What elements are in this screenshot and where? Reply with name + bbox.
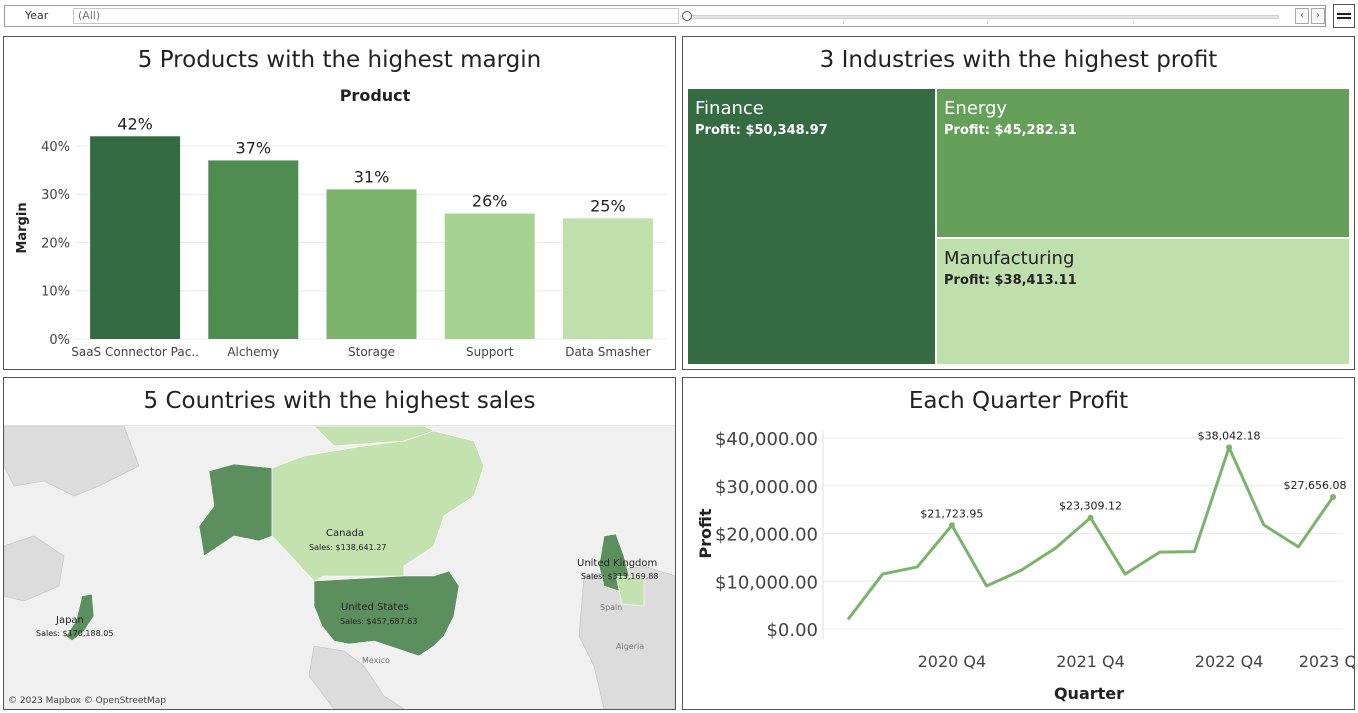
margin-panel-title: 5 Products with the highest margin	[137, 47, 542, 73]
united-kingdom-sales: Sales: $313,169.88	[581, 572, 659, 581]
line-xtick-label: 2021 Q4	[1056, 652, 1125, 671]
year-filter: Year (All) ‹ ›	[4, 5, 1326, 27]
bar-ytick-label: 10%	[41, 285, 70, 300]
treemap-cell-energy[interactable]: Energy Profit: $45,282.31	[936, 88, 1350, 238]
quarter-panel: Each Quarter Profit $0.00 $10,000.00 $20,0…	[682, 377, 1355, 710]
united-kingdom-label: United Kingdom	[577, 558, 658, 569]
asia-landmass	[4, 426, 140, 497]
country-panel: 5 Countries with the highest sales Canad…	[3, 377, 676, 710]
bar-value-label: 42%	[117, 114, 153, 133]
algeria-place-label: Algeria	[616, 642, 645, 651]
alaska-region[interactable]	[198, 463, 273, 557]
next-year-button[interactable]: ›	[1311, 8, 1325, 24]
country-panel-title: 5 Countries with the highest sales	[143, 388, 536, 414]
bar-ytick-label: 40%	[41, 140, 70, 155]
united-states-label: United States	[341, 602, 409, 613]
bar-value-label: 25%	[590, 196, 626, 215]
profit-point[interactable]	[1226, 444, 1233, 451]
bar-category-label: Storage	[348, 345, 395, 359]
profit-point[interactable]	[1087, 514, 1094, 521]
bar-value-label: 37%	[236, 138, 272, 157]
bar-chart-title: Product	[340, 86, 411, 105]
treemap-value: Profit: $50,348.97	[695, 123, 828, 138]
line-xtick-label: 2022 Q4	[1195, 652, 1264, 671]
line-ytick-label: $10,000.00	[715, 572, 818, 593]
treemap-name: Manufacturing	[944, 247, 1075, 269]
line-xtick-label: 2020 Q4	[918, 652, 987, 671]
margin-bar-chart: Product Margin 0% 10% 20% 30% 40% 42% SaaS Conne…	[15, 86, 667, 359]
menu-icon	[1337, 13, 1351, 15]
treemap-name: Finance	[695, 98, 764, 119]
line-xtick-label: 2023 Q4	[1299, 652, 1354, 671]
japan-sales: Sales: $170,188.05	[36, 629, 114, 638]
profit-point-label: $21,723.95	[920, 507, 983, 520]
line-ytick-label: $40,000.00	[715, 429, 818, 450]
united-states-region[interactable]	[313, 570, 460, 657]
slider-tick	[843, 21, 844, 24]
profit-point-label: $23,309.12	[1059, 500, 1122, 513]
year-filter-input[interactable]: (All)	[73, 8, 679, 24]
line-ytick-label: $20,000.00	[715, 525, 818, 546]
slider-tick	[1133, 21, 1134, 24]
chevron-left-icon: ‹	[1300, 10, 1304, 21]
chevron-right-icon: ›	[1316, 10, 1320, 21]
sales-map[interactable]: Canada Sales: $138,641.27 United States …	[4, 426, 675, 709]
line-ylabel: Profit	[696, 508, 715, 558]
filter-menu-button[interactable]	[1333, 4, 1355, 28]
bar-category-label: Support	[466, 345, 514, 359]
bar-value-label: 31%	[354, 167, 390, 186]
quarter-panel-title: Each Quarter Profit	[908, 388, 1129, 414]
year-filter-label: Year	[25, 9, 49, 22]
margin-bar[interactable]	[444, 213, 535, 339]
canada-region[interactable]	[271, 430, 485, 582]
bar-category-label: SaaS Connector Pac..	[71, 345, 199, 359]
united-states-sales: Sales: $457,687.63	[340, 617, 418, 626]
treemap-value: Profit: $38,413.11	[944, 272, 1077, 288]
profit-point[interactable]	[948, 522, 955, 529]
bar-category-label: Alchemy	[227, 345, 279, 359]
bar-category-label: Data Smasher	[565, 345, 650, 359]
margin-bar[interactable]	[562, 218, 653, 339]
quarter-line-chart: $0.00 $10,000.00 $20,000.00 $30,000.00 $40,0…	[696, 429, 1354, 703]
line-xlabel: Quarter	[1054, 684, 1124, 703]
slider-tick	[987, 21, 988, 24]
year-slider-track[interactable]	[687, 15, 1279, 19]
japan-label: Japan	[56, 615, 84, 626]
margin-bar[interactable]	[208, 160, 299, 339]
canada-sales: Sales: $138,641.27	[309, 543, 387, 552]
treemap-cell-finance[interactable]: Finance Profit: $50,348.97	[687, 88, 937, 365]
line-ytick-label: $30,000.00	[715, 477, 818, 498]
treemap-value: Profit: $45,282.31	[944, 123, 1077, 138]
profit-point[interactable]	[1330, 493, 1336, 500]
spain-place-label: Spain	[600, 603, 623, 612]
bar-value-label: 26%	[472, 192, 508, 211]
canada-label: Canada	[326, 528, 365, 539]
bar-ytick-label: 0%	[49, 333, 70, 348]
treemap-name: Energy	[944, 98, 1008, 119]
bar-ytick-label: 30%	[41, 188, 70, 203]
year-slider-thumb[interactable]	[682, 11, 692, 21]
asia-landmass	[4, 535, 65, 602]
map-canvas	[4, 426, 675, 709]
mexico-place-label: Mexico	[362, 656, 390, 665]
bar-chart-ylabel: Margin	[15, 202, 30, 253]
treemap-cell-manufacturing[interactable]: Manufacturing Profit: $38,413.11	[936, 237, 1350, 365]
industry-panel: 3 Industries with the highest profit Fin…	[682, 36, 1355, 370]
map-attribution: © 2023 Mapbox © OpenStreetMap	[8, 696, 166, 706]
profit-point-label: $38,042.18	[1198, 429, 1261, 442]
profit-point-label: $27,656.08	[1284, 479, 1347, 492]
margin-bar[interactable]	[326, 189, 417, 339]
bar-ytick-label: 20%	[41, 236, 70, 251]
margin-panel: 5 Products with the highest margin Produ…	[3, 36, 676, 370]
margin-bar[interactable]	[90, 136, 181, 339]
previous-year-button[interactable]: ‹	[1295, 8, 1309, 24]
industry-panel-title: 3 Industries with the highest profit	[819, 47, 1218, 73]
line-ytick-label: $0.00	[766, 620, 818, 641]
